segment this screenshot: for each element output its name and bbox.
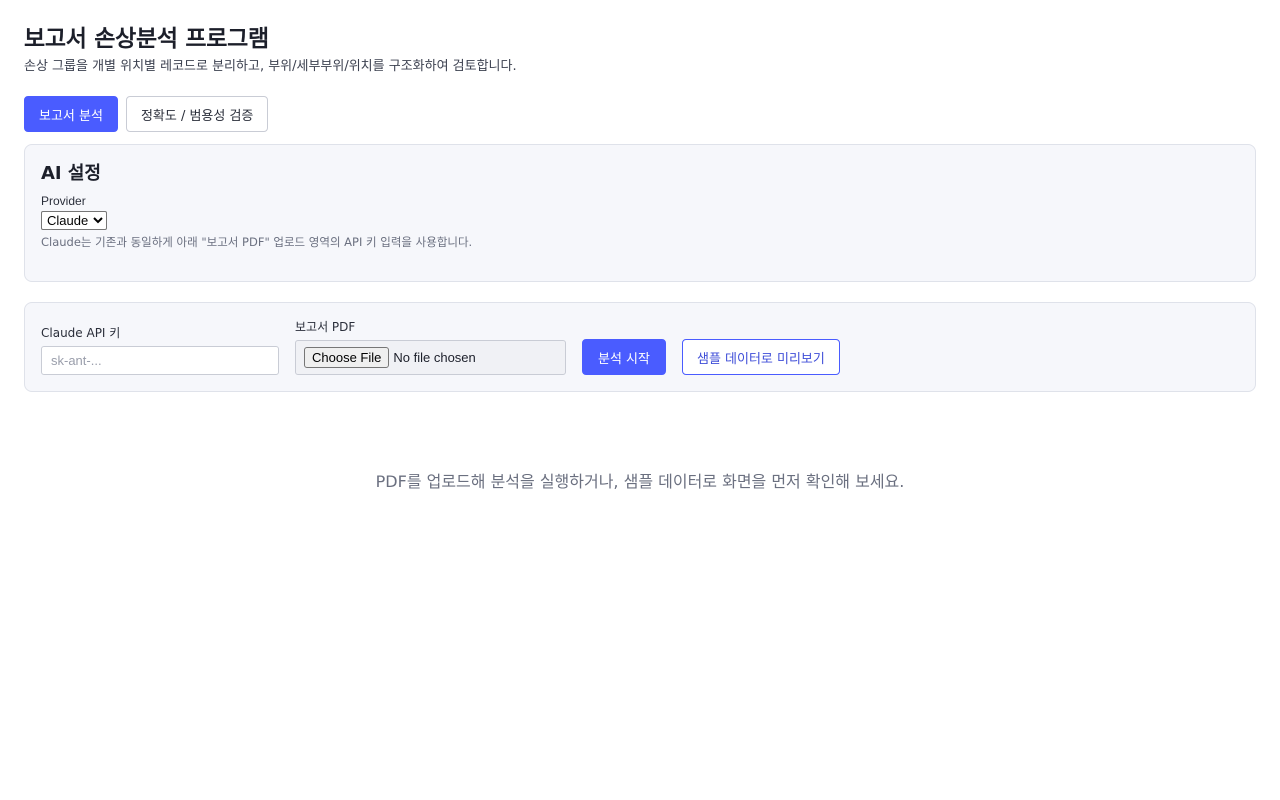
sample-preview-button[interactable]: 샘플 데이터로 미리보기 <box>681 339 840 375</box>
page: 보고서 손상분석 프로그램 손상 그룹을 개별 위치별 레코드로 분리하고, 부… <box>0 0 1280 800</box>
tab-bar: 보고서 분석 정확도 / 범용성 검증 <box>24 96 1256 132</box>
ai-settings-panel: AI 설정 Provider Claude Claude는 기존과 동일하게 아… <box>24 144 1256 282</box>
page-subtitle: 손상 그룹을 개별 위치별 레코드로 분리하고, 부위/세부부위/위치를 구조화… <box>24 59 517 74</box>
tab-accuracy-validation[interactable]: 정확도 / 범용성 검증 <box>125 96 269 132</box>
pdf-field: 보고서 PDF Choose File No file chosen <box>295 320 566 375</box>
tab-report-analysis[interactable]: 보고서 분석 <box>24 96 118 132</box>
provider-select[interactable]: Claude <box>41 211 107 230</box>
file-status-text: No file chosen <box>393 350 476 365</box>
pdf-file-input[interactable]: Choose File No file chosen <box>295 340 566 375</box>
ai-settings-title: AI 설정 <box>41 163 102 184</box>
provider-label: Provider <box>41 194 86 208</box>
pdf-label: 보고서 PDF <box>295 320 356 334</box>
provider-help-text: Claude는 기존과 동일하게 아래 "보고서 PDF" 업로드 영역의 AP… <box>41 235 473 249</box>
api-key-input[interactable] <box>41 346 279 375</box>
empty-state-message: PDF를 업로드해 분석을 실행하거나, 샘플 데이터로 화면을 먼저 확인해 … <box>375 472 905 491</box>
start-analysis-button[interactable]: 분석 시작 <box>582 339 666 375</box>
page-title: 보고서 손상분석 프로그램 <box>24 26 269 52</box>
upload-panel: Claude API 키 보고서 PDF Choose File No file… <box>24 302 1256 392</box>
api-key-field: Claude API 키 <box>41 326 279 375</box>
api-key-label: Claude API 키 <box>41 326 121 340</box>
choose-file-button[interactable]: Choose File <box>304 347 390 368</box>
